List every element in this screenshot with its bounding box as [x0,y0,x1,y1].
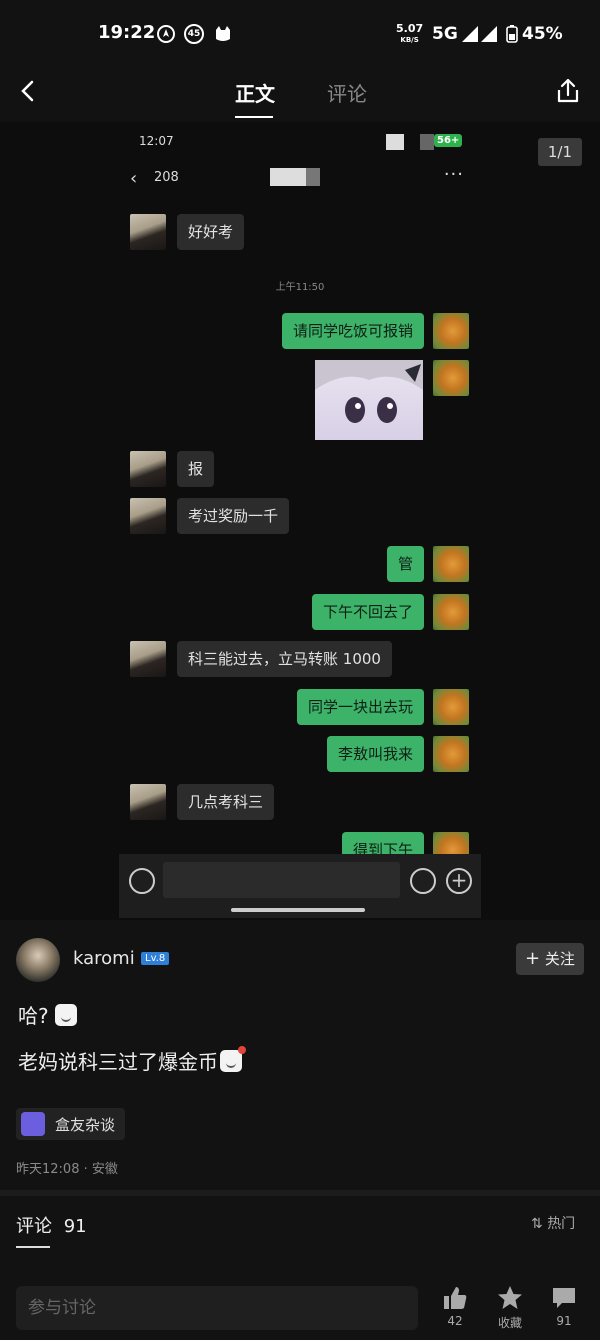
tab-comments[interactable]: 评论 [327,78,367,107]
topic-label: 盒友杂谈 [55,1115,116,1134]
home-indicator [231,908,365,912]
tab-active-indicator [235,116,273,118]
avatar [130,784,166,820]
post-text-line: 老妈说科三过了爆金币 [18,1046,246,1075]
anime-girl-sticker-icon [315,360,423,423]
like-count: 42 [447,1314,463,1328]
battery-percent: 45% [522,24,563,44]
smile-emoji-icon [54,1004,77,1026]
chat-bubble-left: 好好考 [177,214,245,250]
star-icon [498,1286,522,1309]
avatar [130,451,166,487]
comments-underline [16,1246,50,1248]
emoji-icon [410,868,436,894]
sticker-image [315,360,423,440]
chat-back-icon: ‹ [130,168,138,189]
battery-icon [506,25,518,43]
comment-input[interactable]: 参与讨论 [16,1286,418,1330]
post-text-2: 老妈说科三过了爆金币 [18,1050,218,1074]
tab-main-text[interactable]: 正文 [235,78,275,107]
comment-count: 91 [556,1314,572,1328]
thumbs-up-icon [444,1287,467,1309]
post-image[interactable]: 1/1 12:07 56+ ‹ 208 ··· 好好考 上午11:50 请同学吃… [0,122,600,920]
sort-hot-button[interactable]: ⇅ 热门 [531,1213,575,1233]
status-time: 19:22 [98,22,156,43]
group-icon [21,1112,45,1136]
post-meta: 昨天12:08 · 安徽 [16,1162,118,1177]
sort-icon: ⇅ [531,1216,543,1232]
location-icon [157,25,175,43]
follow-label: 关注 [544,950,575,968]
topic-tag[interactable]: 盒友杂谈 [16,1108,126,1140]
comments-label: 评论 [16,1216,52,1237]
inner-input-bar: + [119,854,481,918]
image-counter: 1/1 [537,138,582,166]
post-text-line: 哈? [18,1000,77,1029]
notification-badge-icon: 45 [184,24,204,44]
comment-button[interactable]: 91 [544,1284,584,1328]
chat-bubble-right: 李敖叫我来 [326,736,424,772]
plus-icon: + [446,868,472,894]
chat-bubble-right: 下午不回去了 [311,594,424,630]
avatar [433,689,469,725]
comment-icon [553,1288,575,1308]
chat-timestamp: 上午11:50 [275,282,325,293]
comments-heading: 评论 91 [16,1212,87,1238]
avatar [130,498,166,534]
avatar [433,594,469,630]
chat-bubble-right: 管 [386,546,424,582]
speed-unit: KB/S [400,36,419,44]
more-icon: ··· [443,164,464,185]
comments-count: 91 [63,1216,87,1237]
favorite-label: 收藏 [497,1316,522,1330]
signal-icon [462,26,497,42]
chat-bubble-left: 科三能过去，立马转账 1000 [177,641,392,677]
chat-bubble-left: 几点考科三 [177,784,275,820]
author-row: karomi Lv.8 + 关注 [16,936,586,984]
chat-header: ‹ 208 ··· [130,164,470,190]
inner-status-block [386,134,404,150]
inner-status-time: 12:07 [139,134,174,148]
chat-bubble-right: 同学一块出去玩 [296,689,424,725]
inner-badge: 56+ [434,134,463,147]
bottom-bar: 参与讨论 42 收藏 91 [0,1276,600,1340]
follow-button[interactable]: + 关注 [516,943,584,975]
post-text-1: 哈? [18,1004,49,1028]
chat-bubble-right: 请同学吃饭可报销 [281,313,424,349]
share-icon[interactable] [553,76,583,106]
author-avatar[interactable] [16,938,60,982]
status-bar: 19:22 45 5.07 KB/S 5G 45% [0,0,600,68]
top-nav: 正文 评论 [0,68,600,120]
network-type: 5G [432,24,458,44]
avatar [433,546,469,582]
back-icon[interactable] [14,76,44,106]
sort-label: 热门 [547,1216,576,1232]
cat-icon [216,26,230,41]
inner-text-field [163,862,400,898]
avatar [130,214,166,250]
avatar [433,736,469,772]
avatar [130,641,166,677]
like-button[interactable]: 42 [435,1284,475,1328]
level-badge: Lv.8 [141,952,170,965]
voice-icon [129,868,155,894]
chat-back-count: 208 [154,170,179,185]
favorite-button[interactable]: 收藏 [490,1284,530,1331]
chat-bubble-left: 报 [177,451,215,487]
notification-badge-count: 45 [187,29,201,39]
avatar [433,313,469,349]
inner-status-block-dark [420,134,434,150]
chat-name-redacted-dark [306,168,320,186]
network-speed: 5.07 KB/S [396,22,424,45]
blush-emoji-icon [220,1046,246,1072]
section-divider [0,1190,600,1196]
avatar [433,360,469,396]
plus-icon: + [525,948,541,969]
chat-bubble-left: 考过奖励一千 [177,498,290,534]
speed-value: 5.07 [396,22,424,35]
author-name[interactable]: karomi [73,948,135,969]
